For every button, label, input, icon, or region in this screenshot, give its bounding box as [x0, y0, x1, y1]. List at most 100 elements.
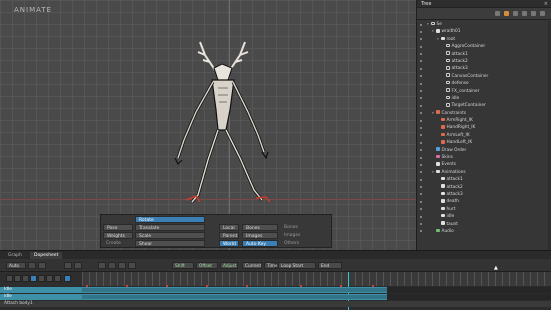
tree-item[interactable]: death: [417, 198, 551, 205]
filter-icon[interactable]: [495, 11, 500, 16]
tree-item[interactable]: FX_container: [417, 88, 551, 95]
dopesheet-row[interactable]: Idle: [0, 287, 551, 293]
translate-button[interactable]: Translate: [135, 224, 205, 231]
tree-item[interactable]: hurt: [417, 206, 551, 213]
visibility-icon[interactable]: [420, 75, 422, 78]
tree-item[interactable]: attack2: [417, 58, 551, 65]
visibility-icon[interactable]: [420, 156, 422, 159]
menu-icon[interactable]: [540, 11, 545, 16]
visibility-icon[interactable]: [420, 45, 422, 48]
visibility-icon[interactable]: [420, 82, 422, 85]
auto-button[interactable]: Auto: [6, 262, 26, 269]
ghost-icon[interactable]: [74, 262, 82, 269]
tree-item[interactable]: attack3: [417, 65, 551, 72]
search-icon[interactable]: [522, 11, 527, 16]
previous-key-icon[interactable]: [14, 275, 21, 282]
character-skeleton[interactable]: [170, 40, 280, 205]
tree-item[interactable]: Draw Order: [417, 147, 551, 154]
visibility-icon[interactable]: [420, 186, 422, 189]
tree-item[interactable]: Audio: [417, 228, 551, 235]
tree-item[interactable]: ArmRight_IK: [417, 117, 551, 124]
loop-icon[interactable]: [64, 275, 71, 282]
visibility-icon[interactable]: [420, 178, 422, 181]
tree-item[interactable]: AggroContainer: [417, 43, 551, 50]
tree-item[interactable]: attack2: [417, 184, 551, 191]
dopesheet-row[interactable]: Attach body1: [0, 301, 551, 307]
last-frame-icon[interactable]: [54, 275, 61, 282]
timeline-ruler[interactable]: [82, 272, 551, 286]
rotate-button[interactable]: Rotate: [135, 216, 205, 223]
tree-item[interactable]: HandRight_IK: [417, 124, 551, 131]
visibility-icon[interactable]: [420, 126, 422, 129]
tree-item[interactable]: ▾ Animations: [417, 169, 551, 176]
visibility-icon[interactable]: [420, 38, 422, 41]
bones-toggle[interactable]: Bones: [242, 224, 278, 231]
animation-viewport[interactable]: ANIMATE Rotate Translate Scale Shear Pos…: [0, 0, 416, 250]
tree-item[interactable]: taunt: [417, 221, 551, 228]
bone-filter-icon[interactable]: [504, 11, 509, 16]
tree-item[interactable]: TargetContainer: [417, 102, 551, 109]
visibility-icon[interactable]: [420, 23, 422, 26]
tree-item[interactable]: ArmLeft_IK: [417, 132, 551, 139]
next-key-icon[interactable]: [46, 275, 53, 282]
visibility-icon[interactable]: [420, 200, 422, 203]
play-reverse-icon[interactable]: [22, 275, 29, 282]
tree-item[interactable]: ▾ wraith01: [417, 28, 551, 35]
tree-item[interactable]: ▾ Constraints: [417, 110, 551, 117]
visibility-icon[interactable]: [420, 208, 422, 211]
scale-button[interactable]: Scale: [135, 232, 205, 239]
current-field[interactable]: Current: [242, 262, 262, 269]
create-button[interactable]: Create: [103, 240, 133, 247]
world-button[interactable]: World: [219, 240, 239, 247]
paste-icon[interactable]: [108, 262, 116, 269]
shift-button[interactable]: Shift: [172, 262, 194, 269]
visibility-icon[interactable]: [420, 53, 422, 56]
visibility-icon[interactable]: [420, 171, 422, 174]
settings-icon[interactable]: [531, 11, 536, 16]
key-icon[interactable]: [28, 262, 36, 269]
visibility-icon[interactable]: [420, 230, 422, 233]
visibility-icon[interactable]: [420, 134, 422, 137]
local-button[interactable]: Local: [219, 224, 239, 231]
visibility-icon[interactable]: [420, 104, 422, 107]
time-field[interactable]: Time: [264, 262, 278, 269]
tree-item[interactable]: Events: [417, 161, 551, 168]
visibility-icon[interactable]: [420, 30, 422, 33]
loop-start-field[interactable]: Loop Start: [278, 262, 316, 269]
end-field[interactable]: End: [318, 262, 342, 269]
tree-item[interactable]: CanvasContainer: [417, 73, 551, 80]
tree-item[interactable]: Skins: [417, 154, 551, 161]
visibility-icon[interactable]: [420, 223, 422, 226]
visibility-icon[interactable]: [420, 193, 422, 196]
visibility-icon[interactable]: [420, 141, 422, 144]
tree-item[interactable]: defense: [417, 80, 551, 87]
weights-button[interactable]: Weights: [103, 232, 133, 239]
more-icon[interactable]: [128, 262, 136, 269]
tree-item[interactable]: idle: [417, 213, 551, 220]
visibility-icon[interactable]: [420, 215, 422, 218]
visibility-icon[interactable]: [420, 163, 422, 166]
tree-item[interactable]: attack3: [417, 191, 551, 198]
tree-item[interactable]: attack1: [417, 176, 551, 183]
tree-item[interactable]: HandLeft_IK: [417, 139, 551, 146]
delete-icon[interactable]: [118, 262, 126, 269]
stop-icon[interactable]: [30, 275, 37, 282]
visibility-icon[interactable]: [420, 67, 422, 70]
visibility-icon[interactable]: [420, 97, 422, 100]
copy-icon[interactable]: [98, 262, 106, 269]
visibility-icon[interactable]: [420, 112, 422, 115]
auto-key-button[interactable]: Auto Key: [242, 240, 278, 247]
images-toggle[interactable]: Images: [242, 232, 278, 239]
visibility-icon[interactable]: [420, 90, 422, 93]
pose-button[interactable]: Pose: [103, 224, 133, 231]
visibility-icon[interactable]: [420, 60, 422, 63]
tree-item[interactable]: ▾ root: [417, 36, 551, 43]
lock-icon[interactable]: [64, 262, 72, 269]
visibility-icon[interactable]: [420, 119, 422, 122]
shear-button[interactable]: Shear: [135, 240, 205, 247]
keyframe-track[interactable]: [82, 288, 387, 292]
offset-button[interactable]: Offset: [196, 262, 218, 269]
visibility-icon[interactable]: [420, 149, 422, 152]
parent-button[interactable]: Parent: [219, 232, 239, 239]
close-icon[interactable]: ×: [544, 0, 548, 8]
